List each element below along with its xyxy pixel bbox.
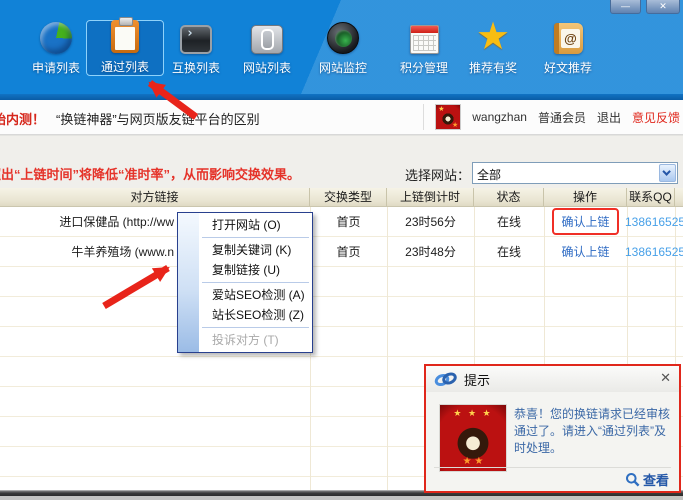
menu-item-aizhan-seo[interactable]: 爱站SEO检测 (A) [199, 285, 312, 305]
view-label: 查看 [643, 470, 669, 489]
menu-item-open-site[interactable]: 打开网站 (O) [199, 215, 312, 235]
account-area: wangzhan 普通会员 退出 意见反馈 [423, 100, 680, 134]
member-level-badge: 普通会员 [538, 109, 586, 126]
popup-avatar [439, 404, 507, 472]
minimize-icon: — [621, 1, 630, 11]
clipboard-icon [106, 20, 144, 53]
row-action-cell: 确认上链 [544, 237, 627, 267]
row-qq-link[interactable]: 138616525 [625, 207, 681, 237]
terminal-icon [177, 20, 215, 54]
close-button[interactable]: ✕ [646, 0, 680, 14]
row-countdown: 23时48分 [387, 237, 474, 267]
warning-text: 超出“上链时间”将降低“准时率”，从而影响交换效果。 [0, 164, 300, 183]
toolbar-item-label: 网站列表 [243, 59, 291, 76]
confirm-link-button[interactable]: 确认上链 [561, 245, 609, 259]
menu-item-copy-keyword[interactable]: 复制关键词 (K) [199, 240, 312, 260]
column-header-link[interactable]: 对方链接 [0, 188, 310, 206]
context-menu: 打开网站 (O) 复制关键词 (K) 复制链接 (U) 爱站SEO检测 (A) … [177, 212, 313, 353]
minimize-button[interactable]: — [610, 0, 641, 14]
row-status: 在线 [474, 207, 544, 237]
feedback-link[interactable]: 意见反馈 [632, 109, 680, 126]
divider [423, 104, 424, 130]
table-row[interactable]: 进口保健品 (http://ww 首页 23时56分 在线 确认上链 13861… [0, 207, 683, 237]
toolbar-item-articles[interactable]: 好文推荐 [532, 20, 604, 76]
chevron-down-icon [662, 167, 670, 175]
close-icon: ✕ [659, 1, 667, 11]
context-menu-strip [178, 213, 199, 352]
menu-item-copy-link[interactable]: 复制链接 (U) [199, 260, 312, 280]
column-header-countdown[interactable]: 上链倒计时 [387, 188, 474, 206]
pie-chart-icon [37, 20, 75, 54]
window-bottom-shadow [0, 496, 683, 500]
toolbar: 申请列表 通过列表 互换列表 网站列表 网站监控 积分管理 ★ 推荐有奖 好文推 [0, 0, 683, 100]
site-select-value: 全部 [477, 166, 501, 183]
star-icon: ★ [474, 20, 512, 54]
toolbar-item-apply-list[interactable]: 申请列表 [20, 20, 92, 76]
chain-link-icon [434, 372, 458, 387]
toolbar-item-points[interactable]: 积分管理 [388, 20, 460, 76]
table-header: 对方链接 交换类型 上链倒计时 状态 操作 联系QQ [0, 188, 683, 207]
popup-close-icon[interactable]: ✕ [660, 371, 671, 384]
toolbar-item-label: 积分管理 [400, 59, 448, 76]
toolbar-item-label: 申请列表 [32, 59, 80, 76]
toolbar-item-label: 好文推荐 [544, 59, 592, 76]
menu-separator [202, 327, 309, 328]
menu-item-report: 投诉对方 (T) [199, 330, 312, 350]
notice-bar: 始内测！ “换链神器”与网页版友链平台的区别 wangzhan 普通会员 退出 … [0, 100, 683, 135]
calendar-icon [405, 20, 443, 54]
news-headline-link[interactable]: “换链神器”与网页版友链平台的区别 [56, 109, 260, 128]
toolbar-item-site-list[interactable]: 网站列表 [231, 20, 303, 76]
toolbar-item-label: 推荐有奖 [469, 59, 517, 76]
row-action-cell: 确认上链 [544, 207, 627, 237]
toolbar-item-label: 网站监控 [319, 59, 367, 76]
monitor-lens-icon [324, 20, 362, 54]
column-header-action[interactable]: 操作 [544, 188, 627, 206]
row-status: 在线 [474, 237, 544, 267]
menu-separator [202, 237, 309, 238]
site-select-label: 选择网站： [405, 165, 470, 184]
row-qq-link[interactable]: 138616525 [625, 237, 681, 267]
logout-link[interactable]: 退出 [597, 109, 621, 126]
toolbar-item-label: 互换列表 [172, 59, 220, 76]
view-button[interactable]: 查看 [625, 470, 669, 489]
avatar [435, 104, 461, 130]
row-type: 首页 [310, 237, 387, 267]
column-header-type[interactable]: 交换类型 [310, 188, 387, 206]
app-window: 申请列表 通过列表 互换列表 网站列表 网站监控 积分管理 ★ 推荐有奖 好文推 [0, 0, 683, 500]
toolbar-item-passed-list[interactable]: 通过列表 [86, 20, 164, 76]
popup-message: 恭喜！您的换链请求已经审核通过了。请进入“通过列表”及时处理。 [514, 406, 674, 457]
row-countdown: 23时56分 [387, 207, 474, 237]
notification-popup: 提示 ✕ 恭喜！您的换链请求已经审核通过了。请进入“通过列表”及时处理。 查看 [424, 364, 681, 493]
column-header-qq[interactable]: 联系QQ [627, 188, 675, 206]
filter-bar: 超出“上链时间”将降低“准时率”，从而影响交换效果。 选择网站： 全部 [0, 135, 683, 188]
toolbar-item-exchange-list[interactable]: 互换列表 [160, 20, 232, 76]
site-panel-icon [248, 20, 286, 54]
ticker-text: 始内测！ [0, 109, 45, 128]
popup-title: 提示 [464, 370, 490, 389]
confirm-link-button[interactable]: 确认上链 [552, 208, 618, 235]
row-type: 首页 [310, 207, 387, 237]
table-row[interactable]: 牛羊养殖场 (www.n 首页 23时48分 在线 确认上链 138616525 [0, 237, 683, 267]
popup-divider [434, 467, 671, 468]
popup-title-bar: 提示 [426, 366, 679, 392]
username: wangzhan [472, 110, 527, 124]
menu-item-chinaz-seo[interactable]: 站长SEO检测 (Z) [199, 305, 312, 325]
toolbar-item-referral[interactable]: ★ 推荐有奖 [457, 20, 529, 76]
toolbar-item-site-monitor[interactable]: 网站监控 [307, 20, 379, 76]
column-header-status[interactable]: 状态 [474, 188, 544, 206]
address-book-icon [549, 20, 587, 54]
toolbar-item-label: 通过列表 [101, 58, 149, 75]
magnifier-icon [625, 472, 640, 487]
site-select-dropdown[interactable]: 全部 [472, 162, 678, 184]
menu-separator [202, 282, 309, 283]
dropdown-arrow-button[interactable] [659, 164, 676, 182]
